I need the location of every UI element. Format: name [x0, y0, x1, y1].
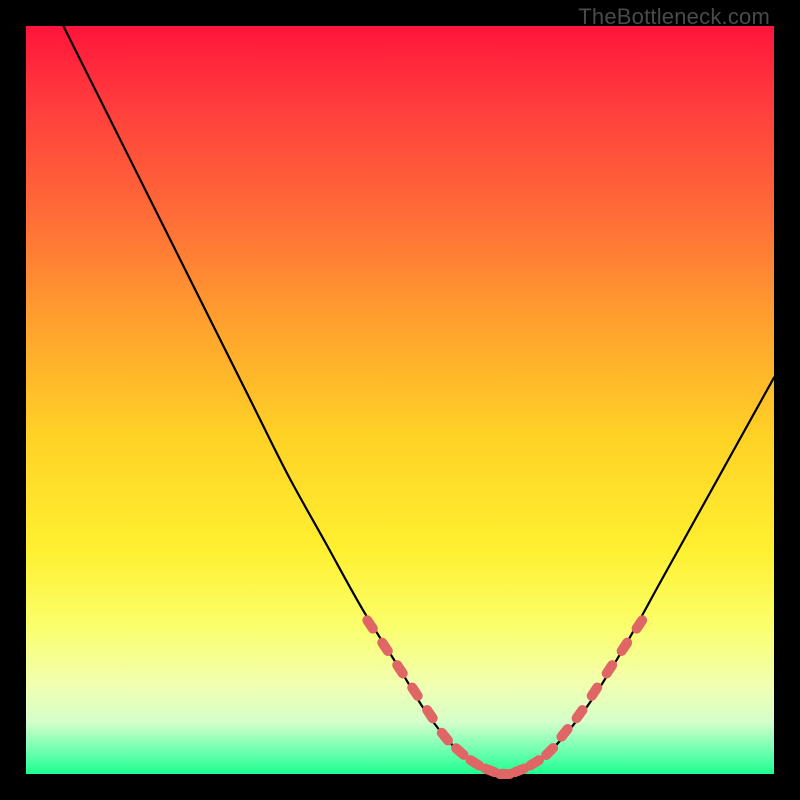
watermark-text: TheBottleneck.com	[578, 4, 770, 30]
curve-path	[63, 26, 774, 774]
curve-markers	[360, 613, 649, 779]
curve-marker	[390, 658, 409, 680]
chart-frame	[26, 26, 774, 774]
chart-svg	[26, 26, 774, 774]
curve-marker	[554, 722, 574, 744]
curve-marker	[615, 636, 634, 658]
